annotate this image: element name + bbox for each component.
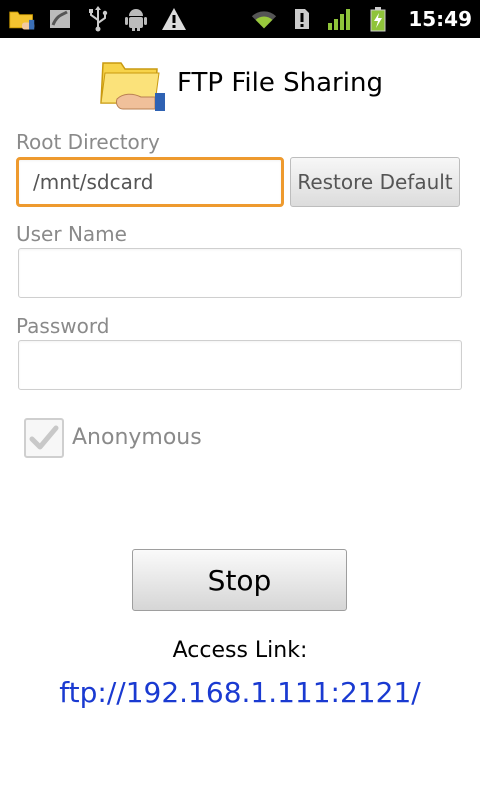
root-directory-label: Root Directory	[16, 130, 160, 154]
checkmark-icon	[29, 425, 59, 450]
gallery-icon	[46, 5, 74, 33]
restore-default-button[interactable]: Restore Default	[290, 157, 460, 207]
access-link[interactable]: ftp://192.168.1.111:2121/	[0, 676, 480, 709]
anonymous-label: Anonymous	[72, 425, 202, 450]
password-label: Password	[16, 314, 110, 338]
warning-icon	[160, 5, 188, 33]
user-name-label: User Name	[16, 222, 127, 246]
status-bar: 15:49	[0, 0, 480, 38]
password-input[interactable]	[18, 340, 462, 390]
signal-icon	[326, 5, 354, 33]
status-bar-left	[8, 4, 188, 34]
access-link-label: Access Link:	[172, 638, 308, 663]
stop-button[interactable]: Stop	[132, 549, 347, 611]
sim-alert-icon	[288, 5, 316, 33]
app-header: FTP File Sharing	[0, 50, 480, 116]
usb-icon	[84, 5, 112, 33]
battery-charging-icon	[364, 5, 392, 33]
app-title: FTP File Sharing	[177, 68, 383, 98]
android-debug-icon	[122, 5, 150, 33]
wifi-icon	[250, 5, 278, 33]
clock: 15:49	[408, 7, 472, 31]
status-bar-right: 15:49	[250, 4, 472, 34]
folder-share-icon	[8, 5, 36, 33]
root-directory-input[interactable]: /mnt/sdcard	[16, 157, 284, 207]
folder-share-logo-icon	[97, 53, 167, 113]
anonymous-checkbox[interactable]	[24, 418, 64, 458]
root-directory-value: /mnt/sdcard	[33, 170, 154, 194]
user-name-input[interactable]	[18, 248, 462, 298]
